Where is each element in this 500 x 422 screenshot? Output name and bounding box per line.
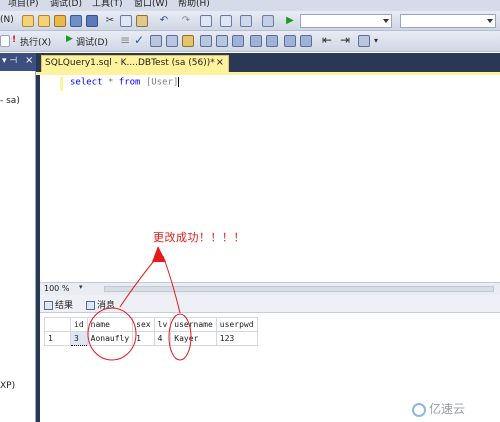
results-to-file-icon[interactable] (266, 35, 278, 47)
solution-icon[interactable] (262, 15, 274, 27)
results-to-text-icon[interactable] (232, 35, 244, 47)
close-icon[interactable]: × (25, 55, 33, 66)
menu-item-debug[interactable]: 调试(D) (50, 0, 82, 9)
navigate-forward-icon[interactable] (220, 15, 232, 27)
execute-icon[interactable]: ! (12, 35, 16, 45)
messages-icon (86, 301, 95, 310)
menu-item-tools[interactable]: 工具(T) (92, 0, 123, 9)
execute-button[interactable]: 执行(X) (20, 35, 51, 48)
tab-title: SQLQuery1.sql - K....DBTest (sa (56))* (45, 58, 215, 68)
column-header-userpwd[interactable]: userpwd (215, 317, 258, 332)
column-header-id[interactable]: id (70, 317, 88, 332)
zoom-bar: 100 % ▾ (40, 282, 500, 295)
cut-icon[interactable]: ✂ (104, 15, 116, 27)
server-connection-node[interactable]: - sa) (0, 96, 20, 106)
cell-username[interactable]: Kayer (170, 331, 217, 346)
debug-icon[interactable]: ▶ (66, 34, 73, 44)
star-operator: * (107, 77, 114, 88)
cell-id[interactable]: 3 (70, 331, 88, 346)
query-designer-icon[interactable] (166, 35, 178, 47)
object-explorer-panel: ▾ ⊣ × - sa) XP) (0, 53, 36, 422)
menu-item-project[interactable]: 项目(P) (8, 0, 38, 9)
tab-messages[interactable]: 消息 (86, 298, 115, 311)
column-header-name[interactable]: name (86, 317, 134, 332)
text-caret (178, 77, 180, 87)
cell-sex[interactable]: 1 (132, 331, 155, 346)
panel-dropdown-icon[interactable]: ▾ ⊣ (2, 56, 17, 66)
editor-gutter (40, 75, 65, 282)
open-file-icon[interactable] (38, 15, 50, 27)
debug-button[interactable]: 调试(D) (76, 35, 108, 48)
save-all-icon[interactable] (86, 15, 98, 27)
table-row[interactable]: 1 3 Aonaufly 1 4 Kayer 123 (44, 331, 258, 346)
include-plan-icon[interactable] (200, 35, 212, 47)
document-tabstrip: SQLQuery1.sql - K....DBTest (sa (56))* × (36, 53, 500, 72)
client-statistics-icon[interactable] (216, 35, 228, 47)
menu-item-file-cut[interactable]: (N) (0, 15, 14, 25)
column-header-lv[interactable]: lv (153, 317, 172, 332)
parse-icon[interactable]: ✓ (134, 33, 144, 47)
grid-header-row: id name sex lv username userpwd (44, 317, 258, 332)
tab-results[interactable]: 结果 (44, 298, 73, 311)
redo-icon[interactable]: ↷ (180, 15, 192, 27)
sql-editor-toolbar: ! 执行(X) ▶ 调试(D) ≡ ✓ ⇤ ⇥ ▾ (0, 31, 500, 52)
navigate-backward-icon[interactable] (200, 15, 212, 27)
open-folder-icon[interactable] (54, 15, 66, 27)
results-to-grid-icon[interactable] (250, 35, 262, 47)
table-identifier: [User] (145, 77, 179, 88)
platform-dropdown[interactable] (400, 14, 496, 28)
start-icon[interactable]: ▶ (284, 15, 296, 27)
cancel-query-icon[interactable]: ≡ (120, 33, 130, 47)
new-query-icon[interactable] (22, 15, 34, 27)
results-tabstrip: 结果 消息 (40, 295, 500, 313)
horizontal-scrollbar[interactable] (104, 286, 494, 292)
grid-icon (44, 301, 53, 310)
tab-results-label: 结果 (55, 301, 74, 311)
column-header-username[interactable]: username (170, 317, 217, 332)
uncomment-icon[interactable] (300, 35, 312, 47)
paste-icon[interactable] (136, 15, 148, 27)
menu-item-help[interactable]: 帮助(H) (178, 0, 210, 9)
query-text[interactable]: select * from [User] (70, 77, 180, 88)
increase-indent-icon[interactable]: ⇥ (340, 33, 350, 47)
row-number-header (44, 317, 71, 332)
menu-bar: 项目(P) 调试(D) 工具(T) 窗口(W) 帮助(H) (0, 0, 500, 11)
annotation-text: 更改成功！！！！ (153, 231, 245, 244)
keyword-from: from (118, 77, 141, 88)
cell-lv[interactable]: 4 (153, 331, 172, 346)
tab-messages-label: 消息 (97, 301, 116, 311)
specify-template-icon[interactable] (358, 35, 370, 47)
find-icon[interactable] (240, 15, 252, 27)
specify-values-icon[interactable] (182, 35, 194, 47)
cell-name[interactable]: Aonaufly (86, 331, 134, 346)
zoom-level[interactable]: 100 % (44, 284, 69, 293)
change-indicator (60, 77, 63, 91)
tree-node[interactable]: XP) (0, 381, 15, 391)
solution-config-dropdown[interactable] (300, 14, 392, 28)
column-header-sex[interactable]: sex (132, 317, 155, 332)
undo-icon[interactable]: ↶ (158, 15, 170, 27)
object-explorer-header: ▾ ⊣ × (0, 53, 36, 71)
standard-toolbar: (N) ✂ ↶ ↷ ▶ (0, 11, 500, 31)
watermark-logo-icon (412, 402, 426, 417)
close-tab-icon[interactable]: × (216, 57, 224, 68)
toolbar-overflow-icon[interactable]: ▾ (374, 36, 378, 45)
decrease-indent-icon[interactable]: ⇤ (322, 33, 332, 47)
cell-userpwd[interactable]: 123 (215, 331, 258, 346)
copy-icon[interactable] (120, 15, 132, 27)
watermark: 亿速云 (412, 400, 465, 417)
zoom-dropdown-icon[interactable]: ▾ (79, 283, 83, 291)
result-grid[interactable]: id name sex lv username userpwd 1 3 Aona… (44, 317, 258, 346)
keyword-select: select (70, 77, 103, 88)
watermark-text: 亿速云 (429, 402, 466, 416)
query-editor[interactable]: select * from [User] (40, 75, 500, 282)
row-number[interactable]: 1 (44, 331, 71, 346)
save-icon[interactable] (70, 15, 82, 27)
database-dropdown[interactable] (0, 35, 10, 47)
comment-icon[interactable] (284, 35, 296, 47)
display-plan-icon[interactable] (150, 35, 162, 47)
tab-sqlquery1[interactable]: SQLQuery1.sql - K....DBTest (sa (56))* × (41, 55, 229, 72)
menu-item-window[interactable]: 窗口(W) (134, 0, 168, 9)
